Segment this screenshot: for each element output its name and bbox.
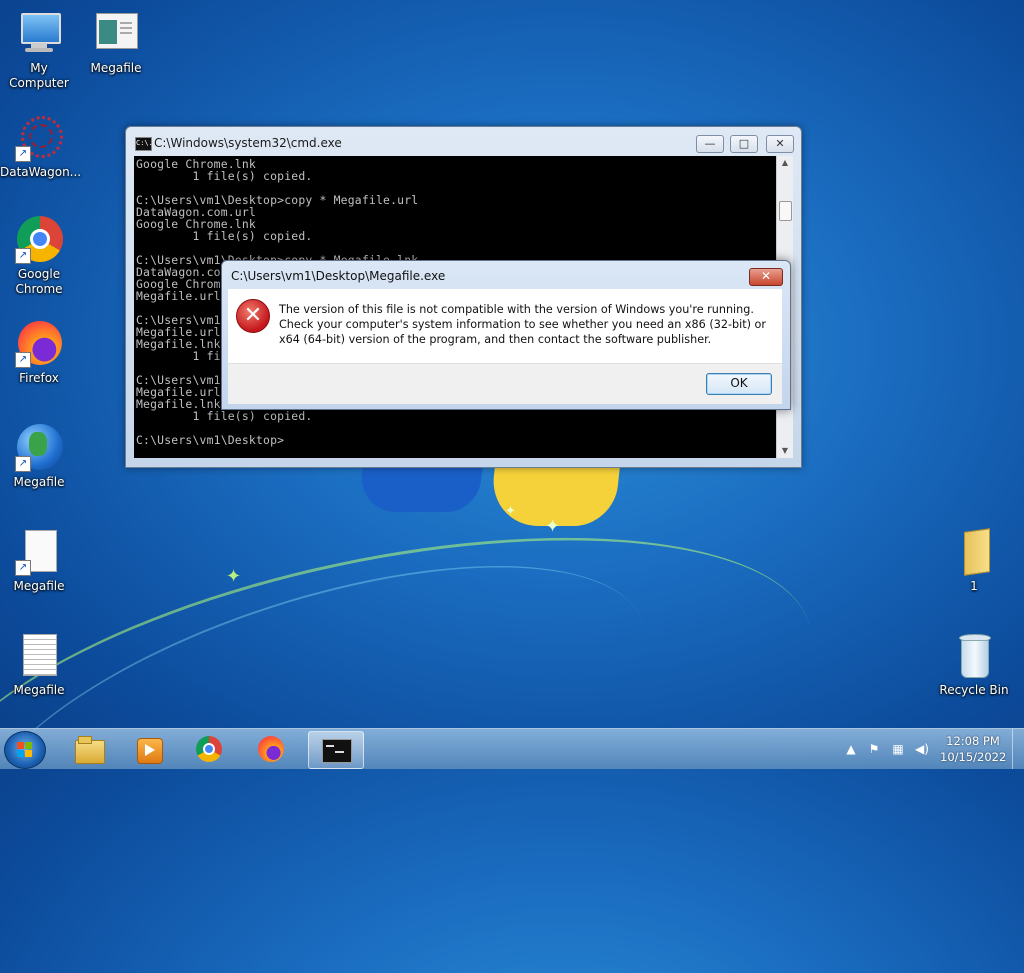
cmd-icon (322, 737, 352, 763)
taskbar-cmd-button[interactable] (308, 731, 364, 769)
error-dialog[interactable]: C:\Users\vm1\Desktop\Megafile.exe ✕ ✕ Th… (221, 260, 791, 410)
dialog-message: The version of this file is not compatib… (279, 303, 766, 346)
taskbar-clock[interactable]: 12:08 PM 10/15/2022 (940, 733, 1006, 765)
desktop-icon-google-chrome[interactable]: ↗ Google Chrome (0, 216, 78, 297)
scroll-up-arrow-icon[interactable]: ▲ (777, 156, 793, 170)
desktop-icon-label: Recycle Bin (939, 683, 1009, 697)
computer-icon (15, 10, 63, 58)
desktop-icon-recycle-bin[interactable]: Recycle Bin (935, 632, 1013, 698)
start-button[interactable] (4, 731, 46, 769)
desktop-icon-firefox[interactable]: ↗ Firefox (0, 320, 78, 386)
show-hidden-icons-icon[interactable]: ▲ (843, 741, 859, 757)
dialog-title: C:\Users\vm1\Desktop\Megafile.exe (231, 269, 446, 283)
error-icon: ✕ (236, 299, 270, 333)
desktop-icon-datawagon[interactable]: ↗ DataWagon... (0, 114, 82, 180)
desktop-icon-label: My Computer (9, 61, 69, 90)
scroll-down-arrow-icon[interactable]: ▼ (777, 444, 793, 458)
clock-date: 10/15/2022 (940, 750, 1007, 764)
desktop-icon-label: DataWagon... (0, 165, 82, 179)
recycle-bin-icon (950, 632, 998, 680)
taskbar-media-player-button[interactable] (122, 731, 176, 767)
globe-icon: ↗ (15, 424, 63, 472)
shortcut-arrow-icon: ↗ (15, 352, 31, 368)
volume-icon[interactable]: ◀) (914, 741, 930, 757)
desktop-icon-label: Megafile (13, 579, 65, 593)
desktop-icon-megafile-txt[interactable]: Megafile (0, 632, 78, 698)
shortcut-arrow-icon: ↗ (15, 146, 31, 162)
media-player-icon (135, 736, 163, 764)
shortcut-arrow-icon: ↗ (15, 456, 31, 472)
cmd-icon: C:\. (135, 137, 153, 151)
maximize-button[interactable]: □ (730, 135, 758, 153)
dialog-content: ✕ The version of this file is not compat… (228, 289, 782, 363)
desktop-icon-my-computer[interactable]: My Computer (0, 10, 78, 91)
network-icon[interactable]: ▦ (890, 741, 906, 757)
desktop-icon-megafile-lnk[interactable]: ↗ Megafile (0, 528, 78, 594)
taskbar: ▲ ⚑ ▦ ◀) 12:08 PM 10/15/2022 (0, 728, 1024, 769)
chrome-icon (195, 736, 223, 762)
desktop-icon-label: Megafile (13, 683, 65, 697)
blank-file-icon: ↗ (15, 528, 63, 576)
desktop-icon-label: Megafile (90, 61, 142, 75)
action-center-flag-icon[interactable]: ⚑ (866, 741, 882, 757)
scroll-thumb[interactable] (779, 201, 792, 221)
taskbar-firefox-button[interactable] (244, 731, 298, 767)
wallpaper-sparkle: ✦ (505, 504, 516, 519)
datawagon-icon: ↗ (15, 114, 63, 162)
ok-button[interactable]: OK (706, 373, 772, 395)
desktop-icon-folder-1[interactable]: 1 (935, 528, 1013, 594)
desktop-icon-megafile-url[interactable]: ↗ Megafile (0, 424, 78, 490)
desktop-icon-label: Google Chrome (15, 267, 63, 296)
window-app-icon (92, 10, 140, 58)
desktop-icon-label: Firefox (19, 371, 59, 385)
desktop-icon-label: 1 (970, 579, 978, 593)
shortcut-arrow-icon: ↗ (15, 560, 31, 576)
folder-icon (75, 736, 105, 764)
dialog-footer: OK (228, 363, 782, 404)
taskbar-explorer-button[interactable] (62, 731, 116, 767)
firefox-icon (257, 736, 285, 762)
wallpaper-sparkle: ✦ (545, 516, 561, 537)
folder-icon (950, 528, 998, 576)
text-file-icon (15, 632, 63, 680)
taskbar-chrome-button[interactable] (182, 731, 236, 767)
desktop-icon-megafile[interactable]: Megafile (77, 10, 155, 76)
firefox-icon: ↗ (15, 320, 63, 368)
wallpaper-logo-blue (356, 462, 484, 512)
cmd-window-title: C:\Windows\system32\cmd.exe (154, 136, 342, 150)
close-button[interactable]: ✕ (766, 135, 794, 153)
minimize-button[interactable]: — (696, 135, 724, 153)
show-desktop-button[interactable] (1012, 729, 1024, 769)
shortcut-arrow-icon: ↗ (15, 248, 31, 264)
dialog-close-button[interactable]: ✕ (749, 268, 783, 286)
wallpaper-sparkle: ✦ (226, 566, 242, 587)
desktop-icon-label: Megafile (13, 475, 65, 489)
clock-time: 12:08 PM (946, 734, 1000, 748)
chrome-icon: ↗ (15, 216, 63, 264)
windows-logo-icon (17, 742, 33, 758)
